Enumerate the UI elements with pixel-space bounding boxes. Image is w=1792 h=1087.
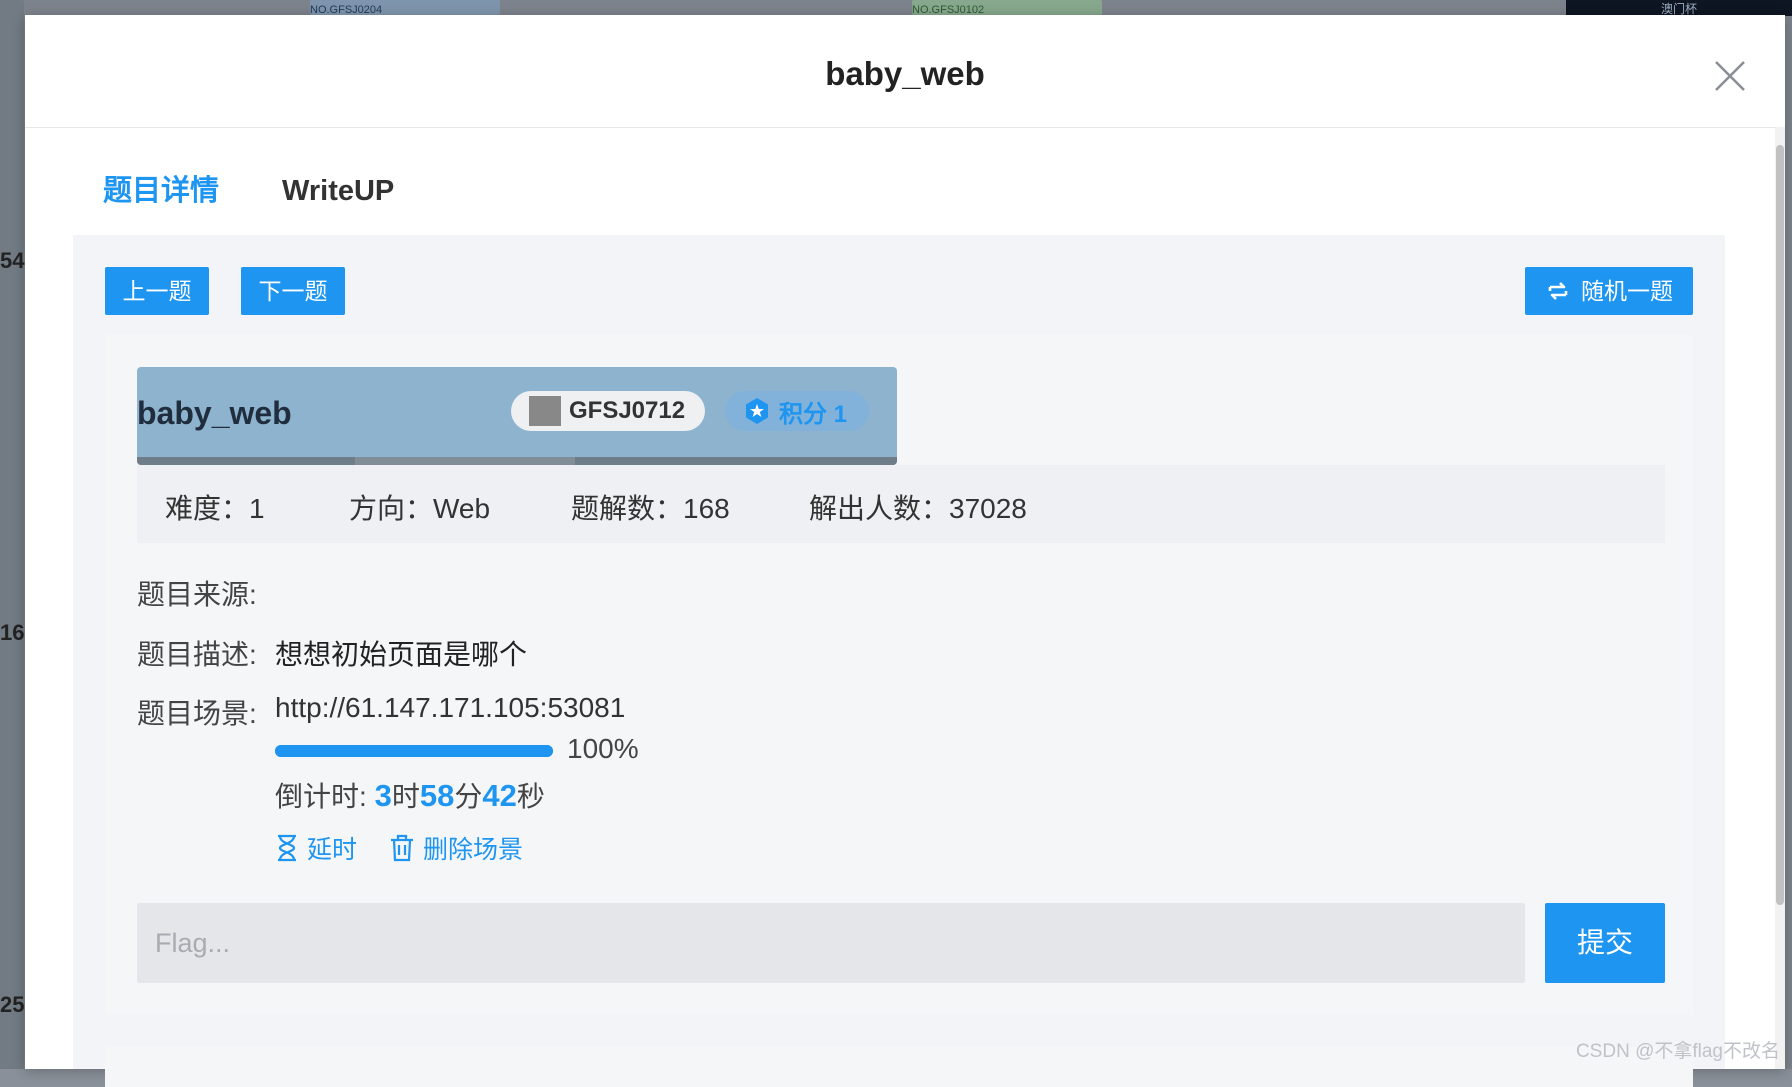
countdown-hours: 3 [374, 778, 392, 813]
scene-progress-fill [275, 745, 553, 757]
title-bar-divider [137, 457, 897, 465]
challenge-name: baby_web [137, 395, 292, 431]
bg-side-number-2: 16 [0, 620, 25, 645]
challenge-meta: 难度：1 方向：Web 题解数：168 解出人数：37028 [137, 465, 1665, 543]
modal-scrollbar[interactable] [1775, 127, 1785, 1069]
tab-content: 上一题 下一题 随机一题 baby_web GFSJ0712 积分 1 难度：1… [73, 235, 1725, 1087]
modal-header: baby_web [25, 15, 1785, 128]
challenge-id-badge: GFSJ0712 [511, 391, 706, 431]
random-challenge-label: 随机一题 [1581, 278, 1673, 304]
source-label: 题目来源: [137, 579, 257, 610]
score-badge: 积分 1 [725, 391, 870, 431]
scene-actions: 延时 删除场景 [275, 830, 523, 866]
scene-url-link[interactable]: http://61.147.171.105:53081 [275, 692, 625, 724]
extend-time-label: 延时 [307, 836, 358, 864]
bg-top-card-1: NO.GFSJ0204 [310, 0, 500, 16]
description-value: 想想初始页面是哪个 [275, 639, 528, 670]
star-badge-icon [746, 398, 768, 424]
writeup-count: 题解数：168 [571, 493, 730, 524]
countdown: 倒计时: 3时58分42秒 [275, 775, 545, 815]
flag-input[interactable] [137, 903, 1525, 983]
prev-challenge-button[interactable]: 上一题 [105, 267, 209, 315]
tab-bar: 题目详情 WriteUP [73, 147, 1725, 239]
countdown-minutes: 58 [419, 778, 455, 813]
countdown-seconds: 42 [482, 778, 517, 813]
score-label: 积分 1 [779, 400, 848, 428]
shuffle-icon [1548, 282, 1568, 300]
bg-side-number-3: 25 [0, 992, 25, 1017]
tab-details[interactable]: 题目详情 [73, 147, 249, 239]
watermark: CSDN @不拿flag不改名 [1575, 1041, 1780, 1062]
qr-icon [529, 396, 561, 426]
next-section-card [105, 1047, 1693, 1087]
direction: 方向：Web [349, 493, 491, 524]
challenge-id: GFSJ0712 [569, 397, 686, 424]
countdown-seconds-unit: 秒 [516, 781, 545, 812]
challenge-title-bar: baby_web GFSJ0712 积分 1 [137, 367, 897, 465]
delete-scene-label: 删除场景 [423, 836, 524, 864]
random-challenge-button[interactable]: 随机一题 [1525, 267, 1693, 315]
close-icon[interactable] [1713, 59, 1747, 93]
challenge-card: baby_web GFSJ0712 积分 1 难度：1 方向：Web 题解数：1… [105, 335, 1693, 1015]
countdown-prefix: 倒计时: [275, 781, 375, 812]
bg-top-card-2: NO.GFSJ0102 [912, 0, 1102, 16]
delete-scene-button[interactable]: 删除场景 [389, 830, 523, 866]
extend-time-button[interactable]: 延时 [275, 830, 357, 866]
bg-thumbnail: 澳门杯 [1566, 0, 1792, 16]
challenge-modal: baby_web 题目详情 WriteUP 上一题 下一题 随机一题 baby_… [25, 15, 1785, 1087]
bg-left-strip [0, 0, 24, 1069]
scene-label: 题目场景: [137, 698, 257, 729]
hourglass-icon [278, 834, 296, 862]
scrollbar-thumb[interactable] [1776, 145, 1784, 905]
countdown-hours-unit: 时 [391, 781, 420, 812]
tab-writeup[interactable]: WriteUP [282, 147, 394, 235]
scene-progress-label: 100% [567, 733, 639, 764]
scene-progress-bar [275, 745, 553, 757]
countdown-minutes-unit: 分 [454, 781, 483, 812]
next-challenge-button[interactable]: 下一题 [241, 267, 345, 315]
bg-thumbnail-label: 澳门杯 [1660, 2, 1697, 16]
modal-title: baby_web [825, 55, 985, 92]
submit-flag-button[interactable]: 提交 [1545, 903, 1665, 983]
difficulty: 难度：1 [165, 493, 265, 524]
description-label: 题目描述: [137, 639, 257, 670]
bg-side-number-1: 54 [0, 248, 25, 273]
trash-icon [391, 834, 414, 862]
solver-count: 解出人数：37028 [809, 493, 1027, 524]
